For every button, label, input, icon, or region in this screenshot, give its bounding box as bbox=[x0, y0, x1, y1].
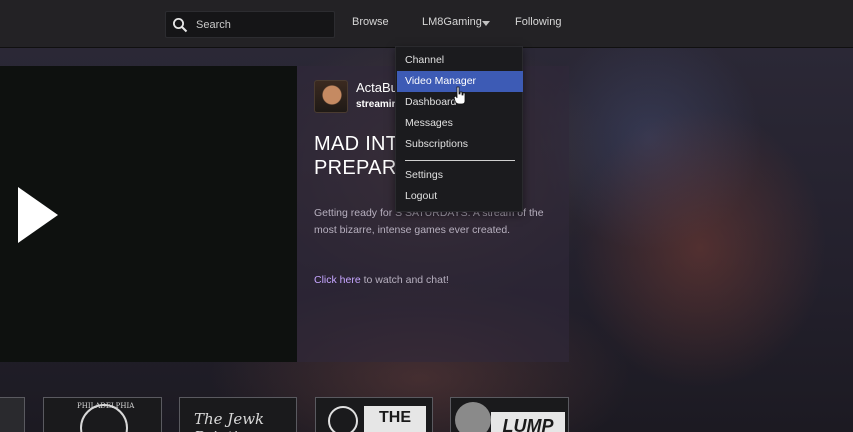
search-box[interactable] bbox=[165, 11, 335, 38]
helmet-icon bbox=[455, 402, 491, 432]
x-logo-icon bbox=[328, 406, 358, 432]
search-icon[interactable] bbox=[172, 17, 188, 33]
search-input[interactable] bbox=[196, 12, 328, 37]
watch-and-chat-line: Click here to watch and chat! bbox=[314, 274, 449, 286]
nav-following-link[interactable]: Following bbox=[515, 16, 561, 28]
watch-link-rest: to watch and chat! bbox=[360, 274, 449, 286]
thumbnail-text: LUMP bbox=[491, 412, 565, 432]
channel-thumbnail[interactable]: PHILADELPHIA bbox=[43, 397, 162, 432]
channel-thumbnail[interactable] bbox=[0, 397, 25, 432]
menu-divider bbox=[405, 160, 515, 161]
menu-item-subscriptions[interactable]: Subscriptions bbox=[397, 134, 523, 155]
caret-down-icon[interactable] bbox=[482, 21, 490, 26]
channel-name[interactable]: ActaBu bbox=[356, 80, 398, 95]
channel-thumbnail[interactable]: THE bbox=[315, 397, 433, 432]
hand-cursor-icon bbox=[453, 86, 466, 105]
thumbnail-text: The Jewk Painting bbox=[194, 410, 265, 432]
menu-item-messages[interactable]: Messages bbox=[397, 113, 523, 134]
channel-thumbnail[interactable]: LUMP bbox=[450, 397, 569, 432]
nav-browse-link[interactable]: Browse bbox=[352, 16, 389, 28]
nav-user-menu[interactable]: LM8Gaming bbox=[422, 16, 482, 28]
channel-thumbnail[interactable]: The Jewk Painting bbox=[179, 397, 297, 432]
thumbnail-text: PHILADELPHIA bbox=[77, 402, 135, 410]
user-dropdown-menu: Channel Video Manager Dashboard Messages… bbox=[395, 46, 523, 212]
thumbnail-text: THE bbox=[364, 406, 426, 432]
menu-item-channel[interactable]: Channel bbox=[397, 50, 523, 71]
top-navigation-bar: Browse LM8Gaming Following bbox=[0, 0, 853, 48]
menu-item-settings[interactable]: Settings bbox=[397, 165, 523, 186]
watch-link[interactable]: Click here bbox=[314, 274, 361, 286]
menu-item-logout[interactable]: Logout bbox=[397, 186, 523, 207]
avatar[interactable] bbox=[314, 80, 348, 113]
play-icon[interactable] bbox=[18, 187, 58, 243]
streaming-status: streamin bbox=[356, 99, 398, 110]
